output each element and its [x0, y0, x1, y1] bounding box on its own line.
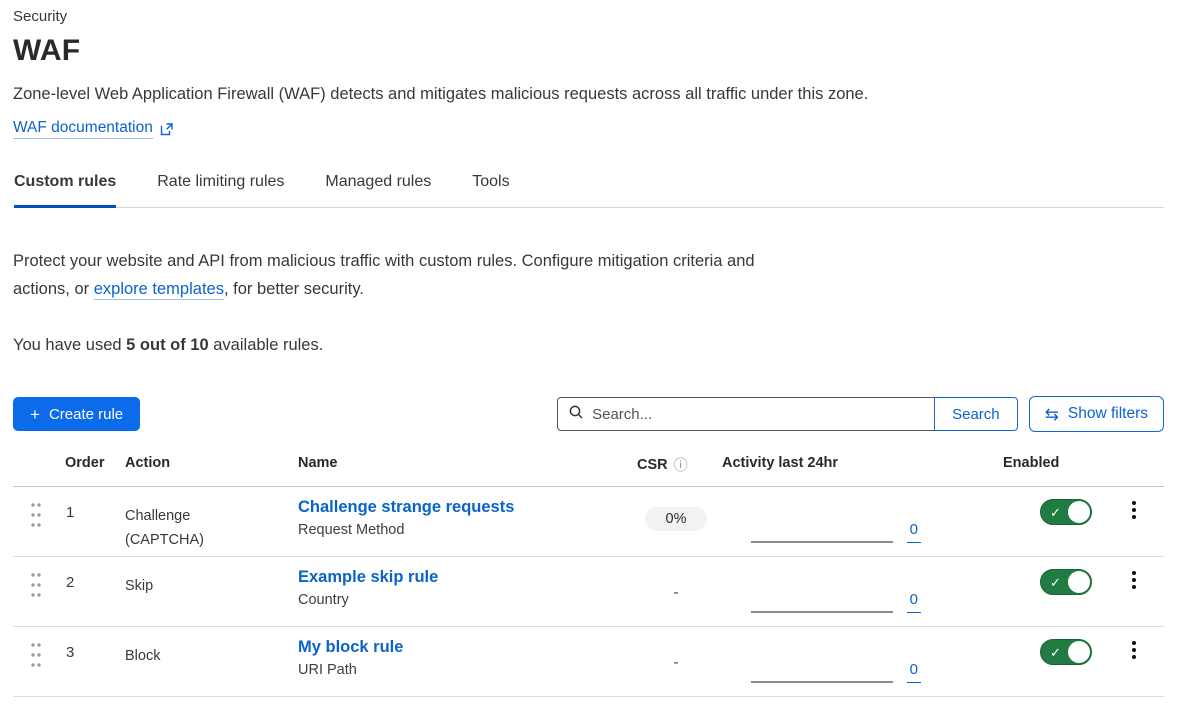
rule-csr-cell: - [631, 627, 721, 672]
waf-page: Security WAF Zone-level Web Application … [0, 0, 1177, 697]
rule-name-link[interactable]: Challenge strange requests [298, 498, 514, 517]
explore-templates-link[interactable]: explore templates [94, 280, 224, 300]
header-activity: Activity last 24hr [721, 455, 941, 471]
rule-name-cell: My block rule URI Path [281, 627, 631, 678]
check-icon: ✓ [1050, 646, 1061, 659]
rule-csr-cell: 0% [631, 487, 721, 531]
header-csr: CSR ⓘ [631, 455, 721, 475]
rule-criteria: Country [298, 592, 631, 608]
search-button[interactable]: Search [934, 397, 1018, 431]
usage-suffix: available rules. [209, 336, 324, 354]
table-row: 2 Skip Example skip rule Country - 0 ✓ [13, 557, 1164, 627]
rule-criteria: Request Method [298, 522, 631, 538]
rule-csr-cell: - [631, 557, 721, 602]
toggle-knob [1068, 501, 1090, 523]
kebab-menu-icon[interactable] [1128, 501, 1140, 519]
create-rule-button[interactable]: + Create rule [13, 397, 140, 431]
table-row: 1 Challenge (CAPTCHA) Challenge strange … [13, 487, 1164, 557]
toggle-knob [1068, 571, 1090, 593]
rule-name-cell: Challenge strange requests Request Metho… [281, 487, 631, 538]
search-input[interactable] [592, 406, 924, 423]
enabled-toggle[interactable]: ✓ [1040, 639, 1092, 665]
rule-enabled-cell: ✓ [941, 487, 1090, 525]
header-action: Action [109, 455, 281, 471]
rule-menu-cell [1090, 627, 1164, 659]
drag-handle[interactable] [13, 627, 51, 674]
kebab-menu-icon[interactable] [1128, 641, 1140, 659]
tab-custom-rules[interactable]: Custom rules [14, 169, 116, 208]
enabled-toggle[interactable]: ✓ [1040, 499, 1092, 525]
activity-sparkline [751, 541, 893, 543]
intro-text-after: , for better security. [224, 280, 364, 298]
check-icon: ✓ [1050, 576, 1061, 589]
header-enabled: Enabled [941, 455, 1090, 471]
custom-rules-table: Order Action Name CSR ⓘ Activity last 24… [13, 455, 1164, 697]
rule-enabled-cell: ✓ [941, 627, 1090, 665]
csr-empty-value: - [674, 647, 679, 671]
rule-name-link[interactable]: Example skip rule [298, 568, 438, 587]
waf-documentation-link[interactable]: WAF documentation [13, 119, 153, 139]
rule-order: 3 [51, 627, 109, 661]
drag-handle[interactable] [13, 557, 51, 604]
doc-link-row: WAF documentation [13, 119, 1164, 139]
rule-action-line1: Block [125, 644, 281, 668]
rule-action-line2: (CAPTCHA) [125, 528, 281, 552]
search-area: Search ⇆ Show filters [557, 396, 1164, 432]
rule-activity-cell: 0 [721, 557, 941, 613]
show-filters-label: Show filters [1068, 405, 1148, 423]
check-icon: ✓ [1050, 506, 1061, 519]
csr-empty-value: - [674, 577, 679, 601]
rule-activity-cell: 0 [721, 487, 941, 543]
rule-name-cell: Example skip rule Country [281, 557, 631, 608]
tab-tools[interactable]: Tools [472, 169, 509, 208]
rule-menu-cell [1090, 557, 1164, 589]
tab-bar: Custom rules Rate limiting rules Managed… [13, 169, 1164, 208]
rule-action-line1: Skip [125, 574, 281, 598]
breadcrumb: Security [13, 8, 1164, 25]
activity-sparkline [751, 681, 893, 683]
rule-name-link[interactable]: My block rule [298, 638, 403, 657]
page-title: WAF [13, 34, 1164, 68]
rule-action: Block [109, 627, 281, 668]
usage-summary: You have used 5 out of 10 available rule… [13, 336, 1164, 355]
rule-action-line1: Challenge [125, 504, 281, 528]
show-filters-button[interactable]: ⇆ Show filters [1029, 396, 1164, 432]
search-icon [568, 404, 584, 425]
csr-badge: 0% [645, 507, 708, 531]
rule-enabled-cell: ✓ [941, 557, 1090, 595]
header-csr-label: CSR [637, 457, 668, 473]
toggle-knob [1068, 641, 1090, 663]
tab-rate-limiting-rules[interactable]: Rate limiting rules [157, 169, 284, 208]
activity-sparkline [751, 611, 893, 613]
swap-arrows-icon: ⇆ [1045, 406, 1059, 423]
external-link-icon [160, 122, 174, 136]
rule-order: 1 [51, 487, 109, 521]
enabled-toggle[interactable]: ✓ [1040, 569, 1092, 595]
toolbar: + Create rule Search ⇆ Show filters [13, 396, 1164, 432]
activity-count-link[interactable]: 0 [907, 521, 921, 543]
header-order: Order [51, 455, 109, 471]
kebab-menu-icon[interactable] [1128, 571, 1140, 589]
usage-count: 5 out of 10 [126, 336, 209, 354]
rule-activity-cell: 0 [721, 627, 941, 683]
activity-count-link[interactable]: 0 [907, 591, 921, 613]
rule-menu-cell [1090, 487, 1164, 519]
rule-action: Challenge (CAPTCHA) [109, 487, 281, 552]
table-row: 3 Block My block rule URI Path - 0 ✓ [13, 627, 1164, 697]
search-box [557, 397, 935, 431]
activity-count-link[interactable]: 0 [907, 661, 921, 683]
create-rule-label: Create rule [49, 406, 123, 423]
tab-managed-rules[interactable]: Managed rules [325, 169, 431, 208]
rule-order: 2 [51, 557, 109, 591]
rule-criteria: URI Path [298, 662, 631, 678]
usage-prefix: You have used [13, 336, 126, 354]
drag-handle[interactable] [13, 487, 51, 534]
plus-icon: + [30, 406, 40, 423]
page-description: Zone-level Web Application Firewall (WAF… [13, 85, 1164, 104]
intro-text: Protect your website and API from malici… [13, 247, 758, 303]
rule-action: Skip [109, 557, 281, 598]
table-header-row: Order Action Name CSR ⓘ Activity last 24… [13, 455, 1164, 487]
header-name: Name [281, 455, 631, 471]
info-icon[interactable]: ⓘ [674, 455, 688, 475]
